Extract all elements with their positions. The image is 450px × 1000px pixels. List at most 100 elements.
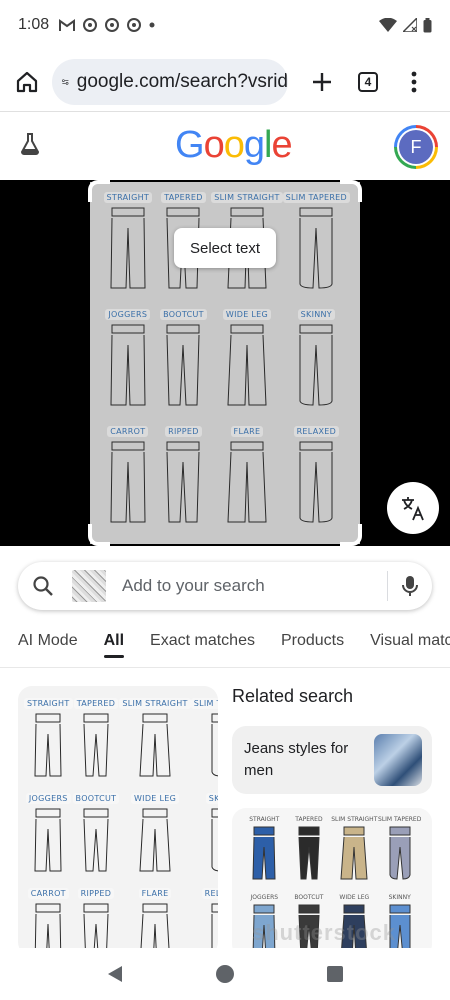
microphone-icon[interactable] bbox=[402, 575, 418, 597]
pant-style-cell: FLARE bbox=[211, 426, 282, 529]
url-text: google.com/search?vsrid bbox=[76, 71, 288, 92]
pant-style-cell: SKINNY bbox=[283, 309, 350, 412]
result-pant-styles-image: STRAIGHTTAPEREDSLIM STRAIGHTSLIM TAPERED… bbox=[24, 698, 218, 948]
result-pant-style-cell: SLIM TAPERED bbox=[190, 698, 218, 783]
crop-selection[interactable]: STRAIGHT TAPERED SLIM STRAIGHT SLIM TAPERED… bbox=[88, 180, 362, 546]
pants-drawing bbox=[80, 807, 112, 878]
result-pant-style-label: FLARE bbox=[138, 888, 172, 899]
color-jeans-cell: STRAIGHT bbox=[242, 816, 287, 886]
result-pant-style-cell: RIPPED bbox=[73, 888, 120, 948]
pant-style-cell: RIPPED bbox=[156, 426, 212, 529]
pants-drawing bbox=[227, 440, 267, 529]
site-settings-icon[interactable] bbox=[62, 74, 69, 90]
new-tab-button[interactable] bbox=[302, 62, 342, 102]
pant-style-label: RELAXED bbox=[293, 426, 340, 437]
select-text-button[interactable]: Select text bbox=[174, 228, 276, 268]
tab-visual-matches[interactable]: Visual matches bbox=[370, 626, 450, 667]
result-pant-style-label: RIPPED bbox=[77, 888, 115, 899]
google-logo-letter: o bbox=[203, 124, 225, 166]
result-pant-style-cell: STRAIGHT bbox=[24, 698, 73, 783]
search-placeholder: Add to your search bbox=[122, 576, 265, 595]
result-pant-style-label: BOOTCUT bbox=[72, 793, 120, 804]
google-logo-letter: G bbox=[175, 124, 205, 166]
google-header: Google F bbox=[0, 112, 450, 180]
system-icons bbox=[379, 17, 432, 33]
google-logo[interactable]: Google bbox=[175, 124, 293, 167]
back-icon[interactable] bbox=[106, 965, 124, 983]
pant-style-label: SKINNY bbox=[297, 309, 335, 320]
related-search-thumbnail bbox=[374, 734, 422, 786]
color-jeans-label: JOGGERS bbox=[250, 894, 279, 901]
tab-products[interactable]: Products bbox=[281, 626, 344, 667]
result-pant-style-cell: WIDE LEG bbox=[119, 793, 190, 878]
tab-all[interactable]: All bbox=[103, 626, 125, 667]
crop-handle-top-right[interactable] bbox=[340, 180, 362, 202]
tab-ai-mode[interactable]: AI Mode bbox=[18, 626, 78, 667]
labs-button[interactable] bbox=[18, 132, 42, 161]
crop-handle-top-left[interactable] bbox=[88, 180, 110, 202]
color-jeans-cell: SLIM STRAIGHT bbox=[331, 816, 377, 886]
color-jeans-label: TAPERED bbox=[295, 816, 323, 823]
color-jeans-label: SKINNY bbox=[388, 894, 411, 901]
result-pant-style-label: SKINNY bbox=[205, 793, 218, 804]
add-to-search-box[interactable]: Add to your search bbox=[18, 562, 432, 610]
pants-drawing bbox=[32, 807, 64, 878]
tab-exact-matches[interactable]: Exact matches bbox=[150, 626, 255, 667]
tab-switcher-button[interactable]: 4 bbox=[348, 62, 388, 102]
result-pant-style-cell: JOGGERS bbox=[24, 793, 73, 878]
tab-count: 4 bbox=[358, 72, 378, 92]
result-pant-style-cell: SKINNY bbox=[191, 793, 218, 878]
crop-handle-bottom-right[interactable] bbox=[340, 524, 362, 546]
recents-icon[interactable] bbox=[326, 965, 344, 983]
avatar-initial: F bbox=[399, 130, 433, 164]
result-pant-style-cell: BOOTCUT bbox=[72, 793, 120, 878]
notification-icons bbox=[59, 18, 155, 32]
home-circle-icon[interactable] bbox=[215, 964, 235, 984]
color-jeans-cell: TAPERED bbox=[287, 816, 332, 886]
related-search-card[interactable]: Jeans styles for men bbox=[232, 726, 432, 794]
result-pant-style-label: WIDE LEG bbox=[130, 793, 180, 804]
color-jeans-label: BOOTCUT bbox=[294, 894, 324, 901]
colored-jeans-drawing bbox=[386, 825, 414, 886]
more-notifications-dot-icon bbox=[149, 22, 155, 28]
translate-button[interactable] bbox=[387, 482, 439, 534]
pants-drawing bbox=[32, 712, 64, 783]
pants-drawing bbox=[296, 440, 336, 529]
pant-style-label: SLIM STRAIGHT bbox=[211, 192, 283, 203]
pant-style-label: STRAIGHT bbox=[103, 192, 153, 203]
account-avatar[interactable]: F bbox=[394, 125, 438, 169]
crop-handle-bottom-left[interactable] bbox=[88, 524, 110, 546]
browser-toolbar: google.com/search?vsrid 4 bbox=[0, 54, 450, 110]
chrome-icon bbox=[105, 18, 120, 32]
result-pant-style-cell: FLARE bbox=[119, 888, 190, 948]
result-pant-style-label: SLIM STRAIGHT bbox=[119, 698, 191, 709]
status-time: 1:08 bbox=[18, 16, 50, 33]
address-bar[interactable]: google.com/search?vsrid bbox=[52, 59, 288, 105]
pant-style-cell: BOOTCUT bbox=[156, 309, 212, 412]
pant-style-label: WIDE LEG bbox=[222, 309, 272, 320]
result-pant-style-label: RELAXED bbox=[201, 888, 218, 899]
home-button[interactable] bbox=[10, 65, 44, 99]
colored-jeans-drawing bbox=[340, 825, 368, 886]
pant-style-label: CARROT bbox=[107, 426, 149, 437]
pant-style-cell: JOGGERS bbox=[100, 309, 156, 412]
browser-menu-button[interactable] bbox=[394, 62, 434, 102]
results-area: STRAIGHTTAPEREDSLIM STRAIGHTSLIM TAPERED… bbox=[0, 668, 450, 948]
status-bar: 1:08 bbox=[0, 0, 450, 50]
related-image-card[interactable]: STRAIGHT TAPERED SLIM STRAIGHT SLIM TAPERED… bbox=[232, 808, 432, 948]
google-logo-letter: g bbox=[243, 124, 265, 166]
result-pant-style-label: SLIM TAPERED bbox=[190, 698, 218, 709]
chrome-icon bbox=[127, 18, 142, 32]
pants-drawing bbox=[227, 323, 267, 412]
query-image-thumbnail[interactable] bbox=[72, 570, 106, 602]
pants-drawing bbox=[208, 712, 218, 783]
related-search-label: Jeans styles for men bbox=[244, 740, 349, 779]
translate-icon bbox=[402, 497, 424, 521]
flask-icon bbox=[20, 133, 40, 155]
pants-drawing bbox=[296, 323, 336, 412]
pant-style-cell: CARROT bbox=[100, 426, 156, 529]
pants-drawing bbox=[108, 323, 148, 412]
pants-drawing bbox=[208, 807, 218, 878]
pants-drawing bbox=[32, 902, 64, 948]
result-image-card[interactable]: STRAIGHTTAPEREDSLIM STRAIGHTSLIM TAPERED… bbox=[18, 686, 218, 948]
